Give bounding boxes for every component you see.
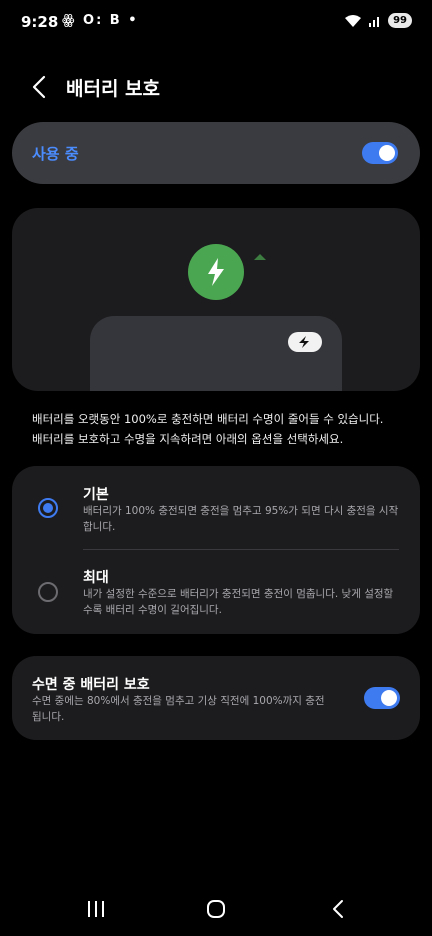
master-switch-row[interactable]: 사용 중 bbox=[12, 122, 420, 184]
sleep-protection-title: 수면 중 배터리 보호 bbox=[32, 677, 150, 693]
lightning-icon bbox=[208, 258, 224, 286]
option-maximum[interactable]: 최대 내가 설정한 수준으로 배터리가 충전되면 충전이 멈춥니다. 낮게 설정… bbox=[12, 550, 420, 634]
protection-options: 기본 배터리가 100% 충전되면 충전을 멈추고 95%가 되면 다시 충전을… bbox=[12, 466, 420, 634]
toggle-knob bbox=[379, 145, 395, 161]
description: 배터리를 오랫동안 100%로 충전하면 배터리 수명이 줄어들 수 있습니다.… bbox=[32, 409, 404, 449]
page-title: 배터리 보호 bbox=[66, 78, 161, 100]
option-basic-desc: 배터리가 100% 충전되면 충전을 멈추고 95%가 되면 다시 충전을 시작… bbox=[83, 505, 399, 533]
back-nav-button[interactable] bbox=[318, 894, 358, 924]
phone-charge-badge bbox=[288, 332, 322, 352]
status-time: 9:28 bbox=[21, 13, 59, 31]
master-switch-label: 사용 중 bbox=[32, 145, 79, 163]
battery-illustration bbox=[12, 208, 420, 391]
option-basic[interactable]: 기본 배터리가 100% 충전되면 충전을 멈추고 95%가 되면 다시 충전을… bbox=[12, 466, 420, 549]
charging-indicator bbox=[188, 244, 244, 300]
recent-apps-button[interactable] bbox=[76, 894, 116, 924]
chevron-left-icon bbox=[32, 75, 46, 99]
recent-apps-icon bbox=[88, 901, 104, 917]
status-bar: 9:28 ꙮ O: B • 99 bbox=[0, 0, 432, 44]
lightning-icon bbox=[299, 336, 309, 348]
sparkle-icon bbox=[254, 254, 266, 260]
description-line-2: 배터리를 보호하고 수명을 지속하려면 아래의 옵션을 선택하세요. bbox=[32, 432, 344, 446]
navigation-bar bbox=[0, 880, 432, 936]
signal-icon bbox=[369, 16, 380, 27]
toggle-knob bbox=[381, 690, 397, 706]
radio-maximum[interactable] bbox=[38, 582, 58, 602]
sleep-protection-row[interactable]: 수면 중 배터리 보호 수면 중에는 80%에서 충전을 멈추고 기상 직전에 … bbox=[12, 656, 420, 740]
wifi-icon bbox=[345, 14, 362, 27]
home-icon bbox=[207, 900, 225, 918]
header: 배터리 보호 bbox=[0, 72, 432, 102]
back-icon bbox=[333, 900, 343, 918]
option-maximum-desc: 내가 설정한 수준으로 배터리가 충전되면 충전이 멈춥니다. 낮게 설정할수록… bbox=[83, 588, 394, 616]
phone-illustration bbox=[90, 316, 342, 391]
radio-basic[interactable] bbox=[38, 498, 58, 518]
back-button[interactable] bbox=[28, 74, 52, 100]
sleep-protection-desc: 수면 중에는 80%에서 충전을 멈추고 기상 직전에 100%까지 충전됩니다… bbox=[32, 695, 325, 723]
option-basic-title: 기본 bbox=[83, 487, 109, 503]
notification-icons: ꙮ O: B • bbox=[62, 13, 139, 28]
option-maximum-title: 최대 bbox=[83, 570, 109, 586]
home-button[interactable] bbox=[196, 894, 236, 924]
master-toggle[interactable] bbox=[362, 142, 398, 164]
battery-icon: 99 bbox=[388, 13, 412, 28]
sleep-protection-toggle[interactable] bbox=[364, 687, 400, 709]
description-line-1: 배터리를 오랫동안 100%로 충전하면 배터리 수명이 줄어들 수 있습니다. bbox=[32, 412, 384, 426]
status-icons: 99 bbox=[344, 13, 412, 28]
